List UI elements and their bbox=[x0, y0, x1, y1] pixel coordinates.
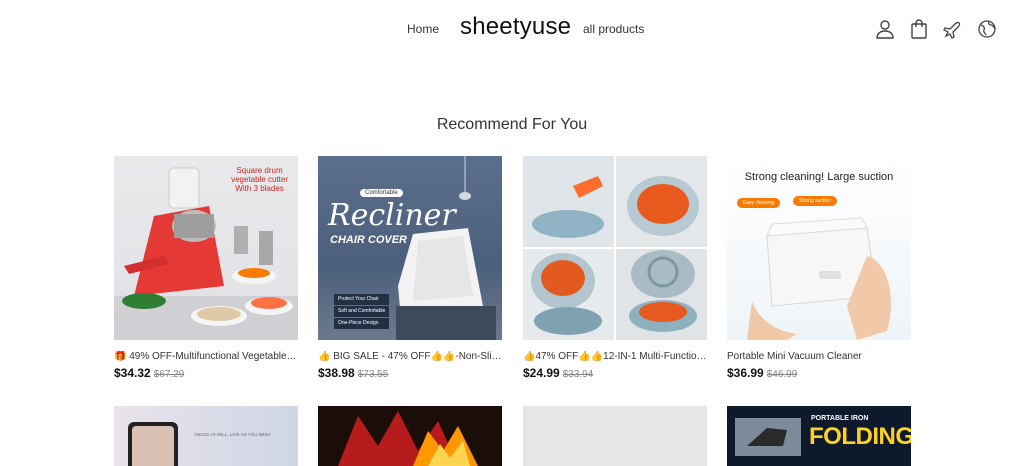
site-logo[interactable]: sheetyuse bbox=[460, 13, 571, 41]
product-old-price: $67.29 bbox=[153, 369, 185, 380]
product-old-price: $73.55 bbox=[357, 369, 389, 380]
image-caption: FOLDING bbox=[809, 423, 911, 450]
product-title[interactable]: 👍47% OFF👍👍12-IN-1 Multi-Function F... bbox=[523, 351, 707, 362]
product-image[interactable]: Comfortable Recliner CHAIR COVER Protect… bbox=[318, 156, 502, 340]
product-price: $34.32 bbox=[114, 366, 151, 380]
product-card[interactable]: 👍47% OFF👍👍12-IN-1 Multi-Function F... $2… bbox=[523, 156, 707, 380]
product-old-price: $46.99 bbox=[766, 369, 798, 380]
user-icon[interactable] bbox=[874, 18, 896, 40]
product-price: $36.99 bbox=[727, 366, 764, 380]
product-image[interactable]: ANGLE AT WILL, LIVE AS YOU WISH bbox=[114, 406, 298, 466]
price-row: $34.32 $67.29 bbox=[114, 366, 298, 380]
price-row: $24.99 $33.94 bbox=[523, 366, 707, 380]
image-caption: PORTABLE IRON bbox=[811, 415, 869, 422]
multi-function-slicer-illustration bbox=[523, 156, 707, 340]
product-card[interactable]: Strong cleaning! Large suction Easy clea… bbox=[727, 156, 911, 380]
vegetable-cutter-illustration bbox=[114, 167, 298, 340]
site-header: Home sheetyuse all products bbox=[0, 0, 1024, 60]
vacuum-cleaner-illustration bbox=[747, 217, 891, 340]
recliner-illustration bbox=[396, 156, 496, 340]
product-price: $38.98 bbox=[318, 366, 355, 380]
product-image[interactable]: PORTABLE IRON FOLDING bbox=[727, 406, 911, 466]
product-image[interactable] bbox=[523, 156, 707, 340]
product-price: $24.99 bbox=[523, 366, 560, 380]
fire-illustration bbox=[338, 411, 478, 466]
product-image[interactable] bbox=[318, 406, 502, 466]
product-card[interactable]: Square drum vegetable cutter With 3 blad… bbox=[114, 156, 298, 380]
product-title[interactable]: 👍 BIG SALE - 47% OFF👍👍-Non-Slip Re... bbox=[318, 351, 502, 362]
section-title: Recommend For You bbox=[436, 116, 588, 133]
product-title[interactable]: Portable Mini Vacuum Cleaner bbox=[727, 351, 911, 362]
iron-illustration bbox=[735, 418, 801, 456]
nav-home-link[interactable]: Home bbox=[407, 22, 439, 36]
product-card[interactable]: Comfortable Recliner CHAIR COVER Protect… bbox=[318, 156, 502, 380]
product-image[interactable]: Strong cleaning! Large suction Easy clea… bbox=[727, 156, 911, 340]
product-title[interactable]: 🎁 49% OFF-Multifunctional Vegetable C... bbox=[114, 351, 298, 362]
product-image[interactable]: Square drum vegetable cutter With 3 blad… bbox=[114, 156, 298, 340]
bag-icon[interactable] bbox=[908, 18, 930, 40]
price-row: $36.99 $46.99 bbox=[727, 366, 911, 380]
image-caption: ANGLE AT WILL, LIVE AS YOU WISH bbox=[194, 432, 271, 437]
nav-all-products-link[interactable]: all products bbox=[583, 22, 644, 36]
product-image-placeholder[interactable] bbox=[523, 406, 707, 466]
product-old-price: $33.94 bbox=[562, 369, 594, 380]
globe-icon[interactable] bbox=[976, 18, 998, 40]
price-row: $38.98 $73.55 bbox=[318, 366, 502, 380]
plane-icon[interactable] bbox=[942, 18, 964, 40]
